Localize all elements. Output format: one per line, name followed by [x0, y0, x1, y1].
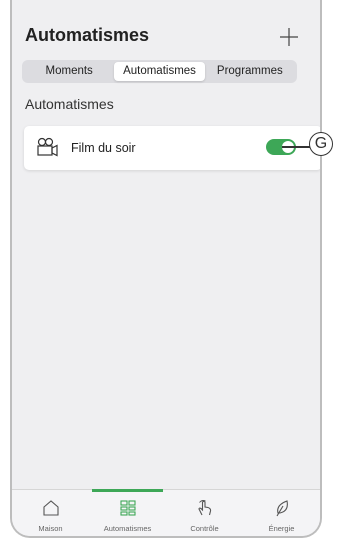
nav-label-energie: Énergie: [268, 524, 295, 533]
callout-badge: G: [309, 132, 333, 156]
automation-name: Film du soir: [71, 141, 136, 155]
hand-icon: [197, 500, 211, 516]
grid-icon: [119, 500, 136, 516]
tab-programmes[interactable]: Programmes: [205, 62, 295, 81]
callout-leader-line: [282, 146, 310, 148]
automation-card[interactable]: Film du soir: [24, 126, 320, 170]
tab-moments[interactable]: Moments: [24, 62, 114, 81]
bottom-navbar: Maison Automatismes Contrôle Énergie: [12, 489, 320, 536]
leaf-icon: [276, 500, 288, 517]
nav-item-energie[interactable]: Énergie: [243, 490, 320, 536]
nav-item-controle[interactable]: Contrôle: [166, 490, 243, 536]
nav-item-maison[interactable]: Maison: [12, 490, 89, 536]
home-icon: [42, 500, 59, 516]
page-title: Automatismes: [25, 25, 150, 45]
nav-label-automatismes: Automatismes: [103, 524, 152, 533]
section-title: Automatismes: [25, 96, 114, 112]
tab-automatismes[interactable]: Automatismes: [114, 62, 205, 81]
nav-label-controle: Contrôle: [190, 524, 219, 533]
segmented-tabs: Moments Automatismes Programmes: [22, 60, 297, 83]
nav-item-automatismes[interactable]: Automatismes: [89, 489, 166, 536]
header: Automatismes Moments Automatismes Progra…: [12, 0, 320, 92]
plus-icon[interactable]: [278, 26, 300, 48]
movie-camera-icon: [37, 137, 58, 157]
phone-screen: Automatismes Moments Automatismes Progra…: [10, 0, 322, 538]
nav-label-maison: Maison: [38, 524, 63, 533]
